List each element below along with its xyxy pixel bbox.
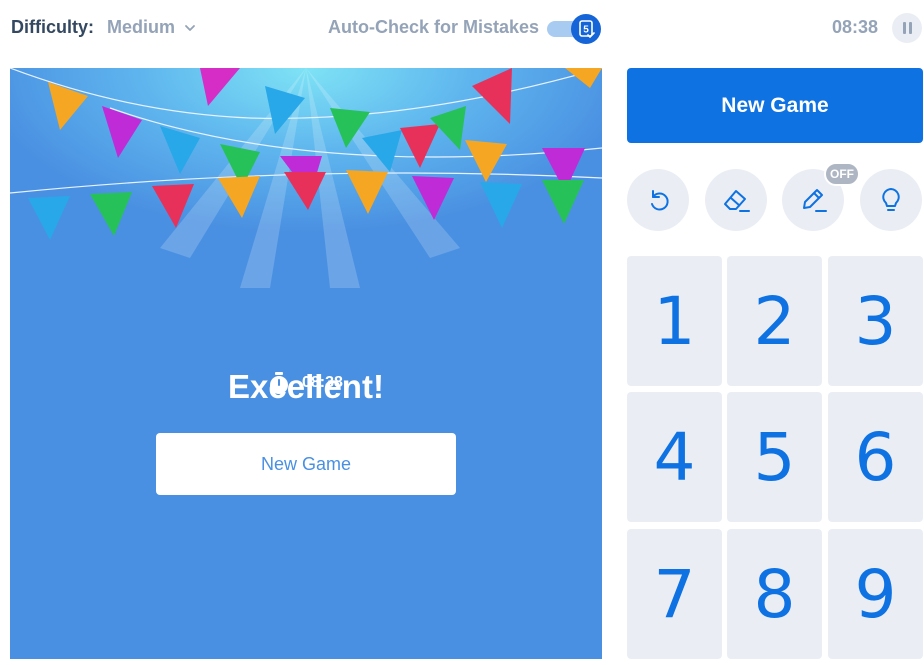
difficulty-label: Difficulty: xyxy=(11,17,94,37)
svg-text:5: 5 xyxy=(583,25,589,36)
notes-off-badge: OFF xyxy=(824,162,860,186)
autocheck-toggle[interactable]: 5 xyxy=(547,14,601,44)
number-key[interactable]: 2 xyxy=(727,256,822,386)
number-key[interactable]: 4 xyxy=(627,392,722,522)
autocheck-label: Auto-Check for Mistakes xyxy=(328,17,540,37)
undo-button[interactable] xyxy=(627,169,689,231)
number-key[interactable]: 8 xyxy=(727,529,822,659)
pencil-icon xyxy=(803,189,827,212)
win-time: 08:38 xyxy=(268,371,343,395)
number-key[interactable]: 1 xyxy=(627,256,722,386)
difficulty-value[interactable]: Medium xyxy=(107,17,175,38)
game-timer: 08:38 xyxy=(832,17,879,37)
celebration-bunting xyxy=(10,68,602,368)
pause-button[interactable] xyxy=(892,13,922,43)
top-bar: Difficulty: Medium Auto-Check for Mistak… xyxy=(0,0,924,56)
eraser-button[interactable] xyxy=(705,169,767,231)
number-key[interactable]: 9 xyxy=(828,529,923,659)
pause-bar-right xyxy=(908,22,912,34)
number-key[interactable]: 6 xyxy=(828,392,923,522)
chevron-down-icon xyxy=(185,24,195,31)
difficulty-selector[interactable]: Difficulty: Medium xyxy=(11,17,197,38)
toggle-knob[interactable]: 5 xyxy=(571,14,601,44)
hint-button[interactable] xyxy=(860,169,922,231)
undo-icon xyxy=(651,190,669,211)
shield-check-icon: 5 xyxy=(579,20,595,39)
win-time-value: 08:38 xyxy=(302,374,343,391)
number-key[interactable]: 5 xyxy=(727,392,822,522)
number-key[interactable]: 3 xyxy=(828,256,923,386)
eraser-icon xyxy=(724,190,750,212)
stopwatch-icon xyxy=(270,372,288,394)
number-key[interactable]: 7 xyxy=(627,529,722,659)
pause-bar-left xyxy=(902,22,906,34)
new-game-button[interactable]: New Game xyxy=(627,68,923,143)
win-new-game-button[interactable]: New Game xyxy=(156,433,456,495)
win-panel: Excellent! 08:38 New Game xyxy=(10,68,602,659)
hint-icon xyxy=(882,188,900,211)
